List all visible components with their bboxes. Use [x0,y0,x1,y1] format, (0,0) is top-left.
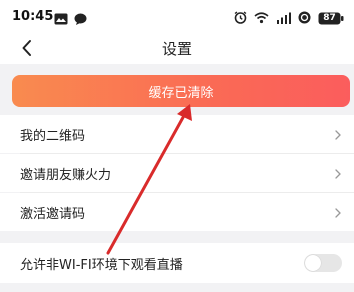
setting-live-non-wifi: 允许非WI-FI环境下观看直播 [0,243,354,283]
menu-item-label: 我的二维码 [20,129,86,144]
status-bar: 10:45 87 [0,0,354,34]
chevron-right-icon [334,205,342,219]
nfc-icon [298,9,311,28]
signal-icon [276,9,291,28]
page-title: 设置 [161,40,192,58]
status-time: 10:45 [12,9,54,24]
nav-bar: 设置 [0,34,354,64]
alarm-icon [234,9,247,28]
menu-item-invite-friends[interactable]: 邀请朋友赚火力 [0,154,354,192]
menu-item-my-qrcode[interactable]: 我的二维码 [0,115,354,153]
toggle-knob [305,255,321,271]
chevron-right-icon [334,127,342,141]
menu-item-label: 邀请朋友赚火力 [20,168,112,183]
battery-level: 87 [323,13,336,23]
toast-message: 缓存已清除 [12,75,350,107]
chevron-right-icon [334,166,342,180]
wifi-icon [254,9,269,28]
live-non-wifi-toggle[interactable] [304,254,342,272]
gallery-icon [54,10,68,29]
battery-icon: 87 [318,12,344,25]
chat-bubble-icon [74,10,87,29]
menu-item-activate-invite-code[interactable]: 激活邀请码 [0,193,354,231]
menu-item-label: 激活邀请码 [20,207,86,222]
setting-label: 允许非WI-FI环境下观看直播 [20,258,183,273]
